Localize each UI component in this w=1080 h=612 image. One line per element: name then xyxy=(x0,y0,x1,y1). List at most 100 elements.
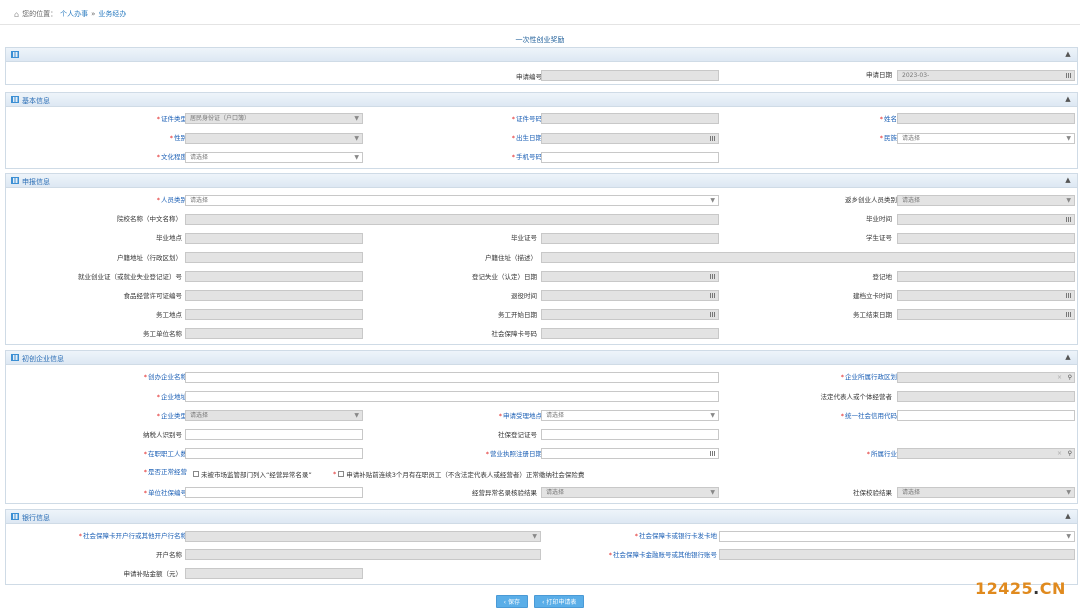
card-bank-select[interactable]: ▼ xyxy=(719,531,1075,542)
search-icon[interactable]: ⚲ xyxy=(1068,449,1072,458)
return-type-label: 返乡创业人员类别 xyxy=(845,196,897,204)
ss-card-field xyxy=(541,328,719,339)
industry-select[interactable]: × ⚲ xyxy=(897,448,1075,459)
person-type-label: *人员类别 xyxy=(156,196,187,204)
credit-input[interactable] xyxy=(897,410,1075,421)
checkbox[interactable] xyxy=(193,471,199,477)
ss-card-label: 社会保障卡号码 xyxy=(491,330,538,338)
nation-select[interactable]: 请选择 ▼ xyxy=(897,133,1075,144)
food-license-label: 食品经营许可证编号 xyxy=(123,292,183,300)
normal-option-2[interactable]: * 申请补贴前连续3个月有在职员工（不含法定代表人或经营者）正常缴纳社会保险费 xyxy=(333,469,584,479)
calendar-icon xyxy=(1066,217,1072,222)
return-type-select[interactable]: 请选择 ▼ xyxy=(897,195,1075,206)
person-type-select[interactable]: 请选择 ▼ xyxy=(185,195,719,206)
chevron-down-icon: ▼ xyxy=(354,412,359,419)
tax-label: 纳税人识别号 xyxy=(143,431,182,439)
breadcrumb-link-business[interactable]: 业务经办 xyxy=(98,9,126,19)
panel-title: 基本信息 xyxy=(22,97,50,105)
ss-reg-input[interactable] xyxy=(541,429,719,440)
apply-no-field xyxy=(541,70,719,81)
edu-select[interactable]: 请选择 ▼ xyxy=(185,152,363,163)
normal-option-1[interactable]: 未被市场监管部门列入“经营异常名录” xyxy=(193,469,312,479)
company-addr-input[interactable] xyxy=(185,391,719,402)
ss-check-select[interactable]: 请选择 ▼ xyxy=(897,487,1075,498)
panel-header: 基本信息 ▲ xyxy=(6,93,1077,107)
watermark-logo: 12425.CN xyxy=(975,579,1066,598)
grid-icon xyxy=(11,96,19,103)
chevron-down-icon: ▼ xyxy=(1066,489,1071,496)
calendar-icon xyxy=(710,312,716,317)
gender-select[interactable]: ▼ xyxy=(185,133,363,144)
panel-declare: 申报信息 ▲ *人员类别 请选择 ▼ 返乡创业人员类别 请选择 ▼ 院校名称（中文名… xyxy=(5,173,1078,345)
company-type-label: *企业类型 xyxy=(156,412,187,420)
calendar-icon xyxy=(710,451,716,456)
district-label: *企业所属行政区划 xyxy=(840,373,897,381)
panel-title: 银行信息 xyxy=(22,514,50,522)
school-field xyxy=(185,214,719,225)
abnormal-check-select[interactable]: 请选择 ▼ xyxy=(541,487,719,498)
collapse-icon[interactable]: ▲ xyxy=(1063,50,1073,59)
search-icon[interactable]: ⚲ xyxy=(1068,373,1072,382)
industry-label: *所属行业 xyxy=(866,450,897,458)
license-date-label: *营业执照注册日期 xyxy=(485,450,542,458)
phone-label: *手机号码 xyxy=(511,153,542,161)
district-select[interactable]: × ⚲ xyxy=(897,372,1075,383)
accept-select[interactable]: 请选择 ▼ xyxy=(541,410,719,421)
chevron-down-icon: ▼ xyxy=(710,489,715,496)
holder-field xyxy=(185,549,541,560)
card-bank-label: *社会保障卡或银行卡发卡地 xyxy=(634,532,717,540)
bank-name-select[interactable]: ▼ xyxy=(185,531,541,542)
print-button[interactable]: ‹ 打印申请表 xyxy=(534,595,585,608)
chevron-down-icon: ▼ xyxy=(710,197,715,204)
work-unit-label: 务工单位名称 xyxy=(143,330,182,338)
holder-label: 开户名称 xyxy=(156,551,182,559)
checkbox[interactable] xyxy=(338,471,345,477)
grad-cert-field xyxy=(541,233,719,244)
calendar-icon xyxy=(1066,293,1072,298)
collapse-icon[interactable]: ▲ xyxy=(1063,512,1073,521)
company-name-input[interactable] xyxy=(185,372,719,383)
panel-header: 银行信息 ▲ xyxy=(6,510,1077,524)
normal-label: *是否正常经营 xyxy=(143,468,187,476)
breadcrumb-link-personal[interactable]: 个人办事 xyxy=(60,9,88,19)
phone-input[interactable] xyxy=(541,152,719,163)
ss-check-label: 社保校验结果 xyxy=(853,489,892,497)
id-type-select[interactable]: 居民身份证（户口簿） ▼ xyxy=(185,113,363,124)
company-type-select[interactable]: 请选择 ▼ xyxy=(185,410,363,421)
collapse-icon[interactable]: ▲ xyxy=(1063,95,1073,104)
collapse-icon[interactable]: ▲ xyxy=(1063,176,1073,185)
save-button[interactable]: ‹ 保存 xyxy=(495,595,528,608)
work-place-label: 务工地点 xyxy=(156,311,182,319)
unit-ss-label: *单位社保编号 xyxy=(143,489,187,497)
tax-input[interactable] xyxy=(185,429,363,440)
clear-icon[interactable]: × xyxy=(1057,449,1062,458)
retire-time-field xyxy=(541,290,719,301)
employees-input[interactable] xyxy=(185,448,363,459)
clear-icon[interactable]: × xyxy=(1057,373,1062,382)
account-field xyxy=(719,549,1075,560)
divider xyxy=(0,24,1080,25)
amount-field xyxy=(185,568,363,579)
chevron-down-icon: ▼ xyxy=(354,115,359,122)
collapse-icon[interactable]: ▲ xyxy=(1063,353,1073,362)
edu-label: *文化程度 xyxy=(156,153,187,161)
emp-cert-label: 就业创业证（或就业失业登记证）号 xyxy=(78,273,182,281)
card-time-field xyxy=(897,290,1075,301)
grid-icon xyxy=(11,177,19,184)
amount-label: 申请补贴金额（元） xyxy=(123,570,183,578)
hukou-addr-field xyxy=(185,252,363,263)
unit-ss-input[interactable] xyxy=(185,487,363,498)
license-date-input[interactable] xyxy=(541,448,719,459)
id-no-field xyxy=(541,113,719,124)
calendar-icon xyxy=(710,274,716,279)
panel-header: ▲ xyxy=(6,48,1077,62)
panel-application: ▲ 申请编号 申请日期 2023-03- xyxy=(5,47,1078,85)
reg-place-label: 登记地 xyxy=(872,273,893,281)
chevron-down-icon: ▼ xyxy=(532,533,537,540)
grad-place-field xyxy=(185,233,363,244)
chevron-down-icon: ▼ xyxy=(1066,135,1071,142)
breadcrumb-separator: » xyxy=(91,10,96,18)
degree-cert-label: 学生证号 xyxy=(866,234,892,242)
apply-date-field: 2023-03- xyxy=(897,70,1075,81)
panel-title: 申报信息 xyxy=(22,178,50,186)
